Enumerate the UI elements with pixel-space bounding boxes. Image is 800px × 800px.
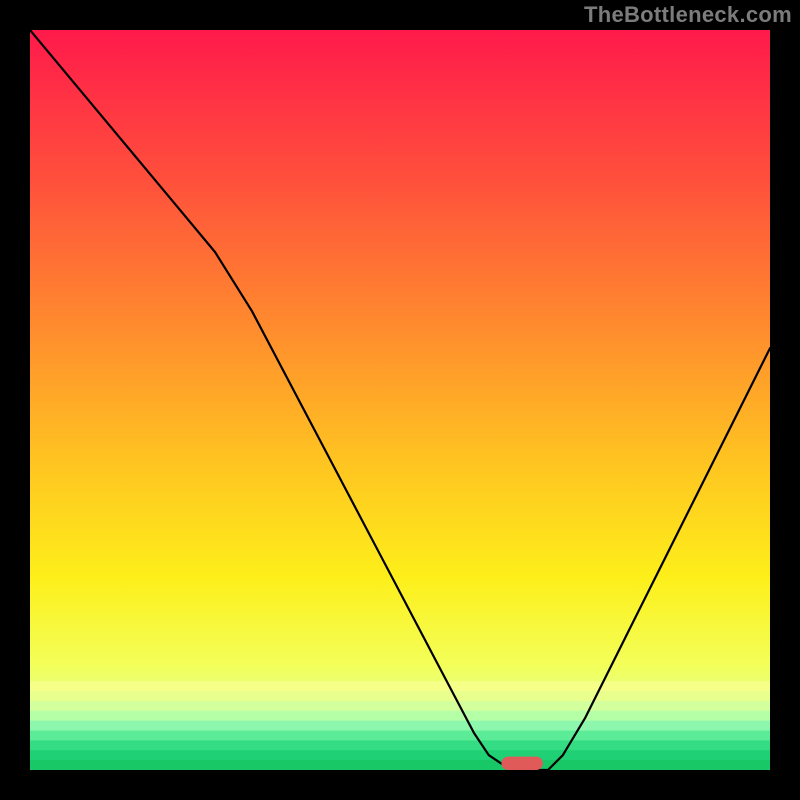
optimal-marker	[501, 757, 542, 770]
chart-background	[30, 30, 770, 770]
bottom-bands	[30, 681, 770, 770]
watermark-text: TheBottleneck.com	[584, 2, 792, 28]
chart-area	[30, 30, 770, 770]
chart-frame: TheBottleneck.com	[0, 0, 800, 800]
chart-svg	[30, 30, 770, 770]
